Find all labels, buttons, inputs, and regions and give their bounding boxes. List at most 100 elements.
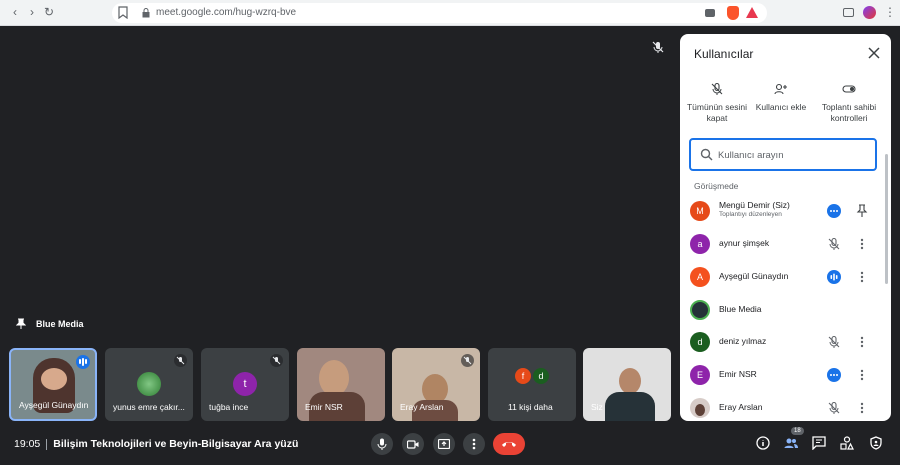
- participant-name: aynur şimşek: [719, 238, 770, 248]
- pin-icon[interactable]: [856, 204, 868, 218]
- participant-name: Mengü Demir (Siz): [719, 200, 790, 210]
- tile-name: Ayşegül Günaydın: [19, 400, 89, 410]
- camera-button[interactable]: [402, 433, 424, 455]
- mic-off-icon: [461, 354, 474, 367]
- mic-off-icon: [711, 82, 723, 95]
- meeting-title: Bilişim Teknolojileri ve Beyin-Bilgisaya…: [53, 438, 299, 450]
- browser-toolbar: ‹ › ↻ meet.google.com/hug-wzrq-bve ⋮: [0, 0, 900, 26]
- profile-avatar[interactable]: [863, 6, 876, 19]
- address-bar[interactable]: meet.google.com/hug-wzrq-bve: [112, 3, 767, 23]
- avatar: a: [690, 234, 710, 254]
- meeting-details-icon[interactable]: [756, 436, 770, 450]
- participant-row[interactable]: A Ayşegül Günaydın: [690, 261, 875, 291]
- present-button[interactable]: [433, 433, 455, 455]
- participant-row[interactable]: a aynur şimşek: [690, 228, 875, 258]
- mic-icon: [377, 438, 387, 450]
- hang-up-icon: [502, 442, 516, 447]
- people-panel: Kullanıcılar Tümünün sesini kapat Kullan…: [680, 34, 891, 421]
- participant-avatar: t: [233, 372, 257, 396]
- speaking-indicator-icon: [827, 270, 841, 284]
- host-controls-button[interactable]: Toplantı sahibi kontrolleri: [814, 82, 884, 124]
- mic-off-icon[interactable]: [827, 237, 841, 251]
- forward-button[interactable]: ›: [25, 5, 39, 19]
- mic-off-icon: [174, 354, 187, 367]
- more-vert-icon[interactable]: [856, 335, 868, 349]
- participant-name: Blue Media: [719, 304, 762, 314]
- browser-menu-icon[interactable]: ⋮: [884, 5, 896, 19]
- avatar: A: [690, 267, 710, 287]
- avatar: [690, 398, 710, 418]
- participant-name: Ayşegül Günaydın: [719, 271, 789, 281]
- video-camera-icon: [407, 439, 419, 449]
- participant-row[interactable]: E Emir NSR: [690, 359, 875, 389]
- more-vert-icon: [472, 438, 476, 450]
- host-controls-shield-icon[interactable]: [869, 436, 883, 450]
- tile-name: Eray Arslan: [400, 402, 444, 412]
- participant-avatar: f: [515, 368, 531, 384]
- avatar: d: [690, 332, 710, 352]
- more-vert-icon[interactable]: [856, 270, 868, 284]
- url-text: meet.google.com/hug-wzrq-bve: [156, 7, 297, 18]
- participant-name: Eray Arslan: [719, 402, 763, 412]
- meeting-controls-bar: 19:05 Bilişim Teknolojileri ve Beyin-Bil…: [0, 425, 900, 465]
- avatar: [690, 300, 710, 320]
- video-tile[interactable]: t tuğba ince: [201, 348, 289, 421]
- more-vert-icon[interactable]: [856, 368, 868, 382]
- participant-name: deniz yılmaz: [719, 336, 767, 346]
- audio-level-icon: [827, 368, 841, 382]
- brave-rewards-icon[interactable]: [746, 7, 758, 18]
- participant-avatar: d: [533, 368, 549, 384]
- video-tile[interactable]: Ayşegül Günaydın: [9, 348, 97, 421]
- mute-all-button[interactable]: Tümünün sesini kapat: [682, 82, 752, 124]
- tile-name: 11 kişi daha: [508, 402, 553, 412]
- bookmark-icon[interactable]: [118, 6, 128, 19]
- mic-off-icon[interactable]: [827, 335, 841, 349]
- leave-call-button[interactable]: [493, 433, 525, 455]
- wallet-icon[interactable]: [843, 8, 854, 17]
- audio-level-icon: [827, 204, 841, 218]
- camera-in-use-icon[interactable]: [705, 9, 715, 17]
- reload-button[interactable]: ↻: [42, 5, 56, 19]
- pin-icon[interactable]: [16, 318, 26, 330]
- chat-icon[interactable]: [812, 436, 826, 450]
- participant-row[interactable]: Eray Arslan: [690, 392, 875, 421]
- back-button[interactable]: ‹: [8, 5, 22, 19]
- more-participants-tile[interactable]: f d 11 kişi daha: [488, 348, 576, 421]
- meeting-time: 19:05: [14, 438, 41, 450]
- mic-off-icon: [652, 41, 664, 53]
- host-controls-label: Toplantı sahibi kontrolleri: [821, 102, 877, 123]
- activities-icon[interactable]: [840, 436, 854, 450]
- participant-row[interactable]: Blue Media: [690, 294, 875, 324]
- brave-shield-icon[interactable]: [727, 6, 739, 20]
- more-vert-icon[interactable]: [856, 401, 868, 415]
- participant-face: [319, 360, 349, 396]
- participant-row[interactable]: d deniz yılmaz: [690, 326, 875, 356]
- video-tile[interactable]: Emir NSR: [297, 348, 385, 421]
- people-icon[interactable]: [784, 436, 798, 450]
- participant-role: Toplantıyı düzenleyen: [719, 211, 782, 218]
- close-icon[interactable]: [867, 46, 881, 60]
- more-vert-icon[interactable]: [856, 237, 868, 251]
- video-tile[interactable]: Eray Arslan: [392, 348, 480, 421]
- participant-row[interactable]: M Mengü Demir (Siz) Toplantıyı düzenleye…: [690, 195, 875, 225]
- participant-video: [605, 392, 655, 421]
- more-options-button[interactable]: [463, 433, 485, 455]
- add-user-button[interactable]: Kullanıcı ekle: [746, 82, 816, 113]
- participant-name: Emir NSR: [719, 369, 757, 379]
- video-tile[interactable]: yunus emre çakır...: [105, 348, 193, 421]
- avatar: M: [690, 201, 710, 221]
- add-user-label: Kullanıcı ekle: [755, 102, 807, 112]
- present-screen-icon: [438, 439, 450, 449]
- user-search-input[interactable]: Kullanıcı arayın: [689, 138, 877, 171]
- meeting-info: 19:05 Bilişim Teknolojileri ve Beyin-Bil…: [14, 438, 298, 450]
- panel-title: Kullanıcılar: [694, 47, 754, 61]
- lock-icon: [142, 8, 150, 18]
- microphone-button[interactable]: [371, 433, 393, 455]
- add-person-icon: [774, 83, 787, 95]
- pinned-participant-label: Blue Media: [16, 318, 84, 330]
- speaking-indicator-icon: [76, 355, 90, 369]
- video-tile[interactable]: Siz: [583, 348, 671, 421]
- mic-off-icon[interactable]: [827, 401, 841, 415]
- tile-name: Siz: [591, 402, 603, 412]
- panel-scrollbar[interactable]: [885, 154, 888, 284]
